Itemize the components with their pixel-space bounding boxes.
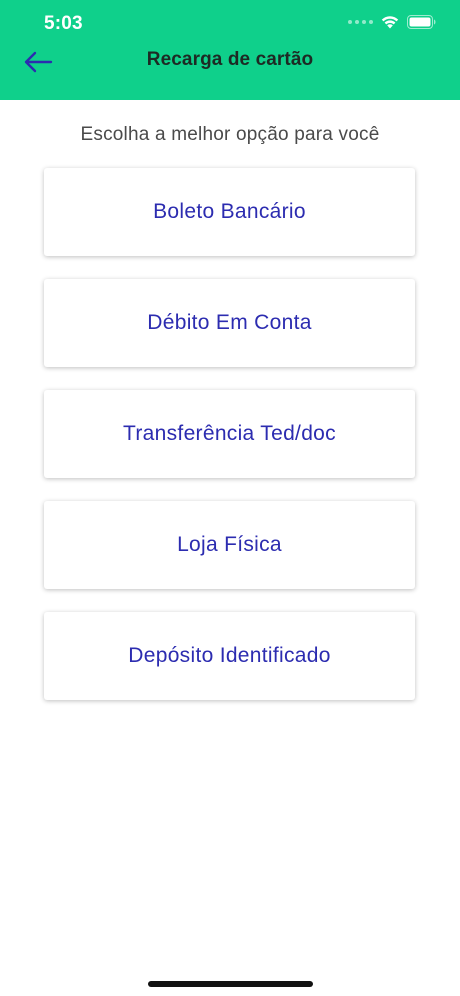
option-label: Boleto Bancário [153,200,306,223]
option-label: Transferência Ted/doc [123,422,336,445]
home-indicator [148,981,313,987]
option-deposito-identificado[interactable]: Depósito Identificado [44,612,415,700]
status-time: 5:03 [44,13,83,34]
page-title: Recarga de cartão [146,49,314,70]
option-transferencia-ted-doc[interactable]: Transferência Ted/doc [44,390,415,478]
signal-icon [348,19,373,24]
option-debito-em-conta[interactable]: Débito Em Conta [44,279,415,367]
wifi-icon [380,14,400,29]
option-label: Loja Física [177,533,282,556]
recharge-options-list: Boleto Bancário Débito Em Conta Transfer… [44,168,415,723]
option-label: Débito Em Conta [147,311,312,334]
battery-icon [407,14,436,29]
option-label: Depósito Identificado [128,644,331,667]
status-icons [348,14,436,29]
app-header: 5:03 Recarga de cartão [0,0,460,100]
option-boleto-bancario[interactable]: Boleto Bancário [44,168,415,256]
page-subtitle: Escolha a melhor opção para você [80,124,380,145]
option-loja-fisica[interactable]: Loja Física [44,501,415,589]
